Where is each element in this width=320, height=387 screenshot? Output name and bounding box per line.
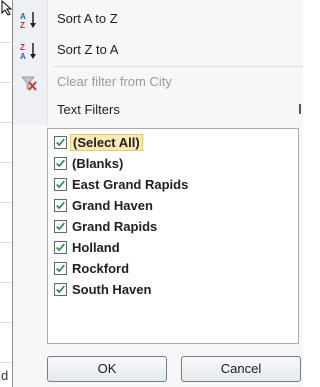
- checkbox-checked-icon[interactable]: [54, 241, 67, 254]
- checkbox-checked-icon[interactable]: [54, 283, 67, 296]
- list-item-label: Rockford: [72, 261, 130, 276]
- menu-item-sort-a-to-z[interactable]: A Z Sort A to Z: [13, 7, 303, 31]
- checkbox-checked-icon[interactable]: [54, 136, 67, 149]
- list-item-label: South Haven: [72, 282, 152, 297]
- autofilter-dropdown: A Z Sort A to Z Z A Sort Z to A Clear fi…: [12, 0, 303, 387]
- checkbox-checked-icon[interactable]: [54, 262, 67, 275]
- list-item-label: Grand Haven: [72, 198, 153, 213]
- list-item-label: Holland: [72, 240, 120, 255]
- clear-filter-label: Clear filter from City: [57, 74, 172, 89]
- submenu-arrow-icon: [299, 104, 301, 114]
- list-item-grand-haven[interactable]: Grand Haven: [54, 196, 294, 216]
- sort-a-to-z-label: Sort A to Z: [57, 11, 118, 26]
- cancel-button[interactable]: Cancel: [181, 356, 301, 382]
- clear-filter-icon: [21, 76, 37, 91]
- checkbox-checked-icon[interactable]: [54, 220, 67, 233]
- ok-button[interactable]: OK: [47, 356, 167, 382]
- sort-a-to-z-icon: A Z: [20, 12, 36, 30]
- svg-text:A: A: [20, 52, 26, 61]
- text-filters-label: Text Filters: [57, 102, 120, 117]
- menu-separator: [53, 66, 303, 67]
- sheet-cell-text: d: [1, 368, 9, 383]
- list-item-label: East Grand Rapids: [72, 177, 189, 192]
- list-item-label: (Select All): [70, 134, 143, 151]
- checkbox-checked-icon[interactable]: [54, 178, 67, 191]
- checkbox-checked-icon[interactable]: [54, 199, 67, 212]
- list-item-select-all[interactable]: (Select All): [54, 133, 294, 153]
- list-item-label: (Blanks): [72, 156, 124, 171]
- svg-text:A: A: [20, 12, 26, 21]
- menu-item-clear-filter[interactable]: Clear filter from City: [13, 70, 303, 94]
- checkbox-checked-icon[interactable]: [54, 157, 67, 170]
- list-item-rockford[interactable]: Rockford: [54, 259, 294, 279]
- menu-item-sort-z-to-a[interactable]: Z A Sort Z to A: [13, 38, 303, 62]
- list-item-holland[interactable]: Holland: [54, 238, 294, 258]
- list-item-south-haven[interactable]: South Haven: [54, 280, 294, 300]
- list-item-blanks[interactable]: (Blanks): [54, 154, 294, 174]
- menu-item-text-filters[interactable]: Text Filters: [13, 98, 303, 122]
- svg-text:Z: Z: [20, 21, 25, 30]
- list-item-east-grand-rapids[interactable]: East Grand Rapids: [54, 175, 294, 195]
- sort-z-to-a-label: Sort Z to A: [57, 42, 119, 57]
- filter-values-list[interactable]: (Select All) (Blanks) East Grand Rapids …: [47, 128, 299, 344]
- list-item-label: Grand Rapids: [72, 219, 158, 234]
- sort-z-to-a-icon: Z A: [20, 43, 36, 61]
- svg-text:Z: Z: [20, 43, 25, 52]
- list-item-grand-rapids[interactable]: Grand Rapids: [54, 217, 294, 237]
